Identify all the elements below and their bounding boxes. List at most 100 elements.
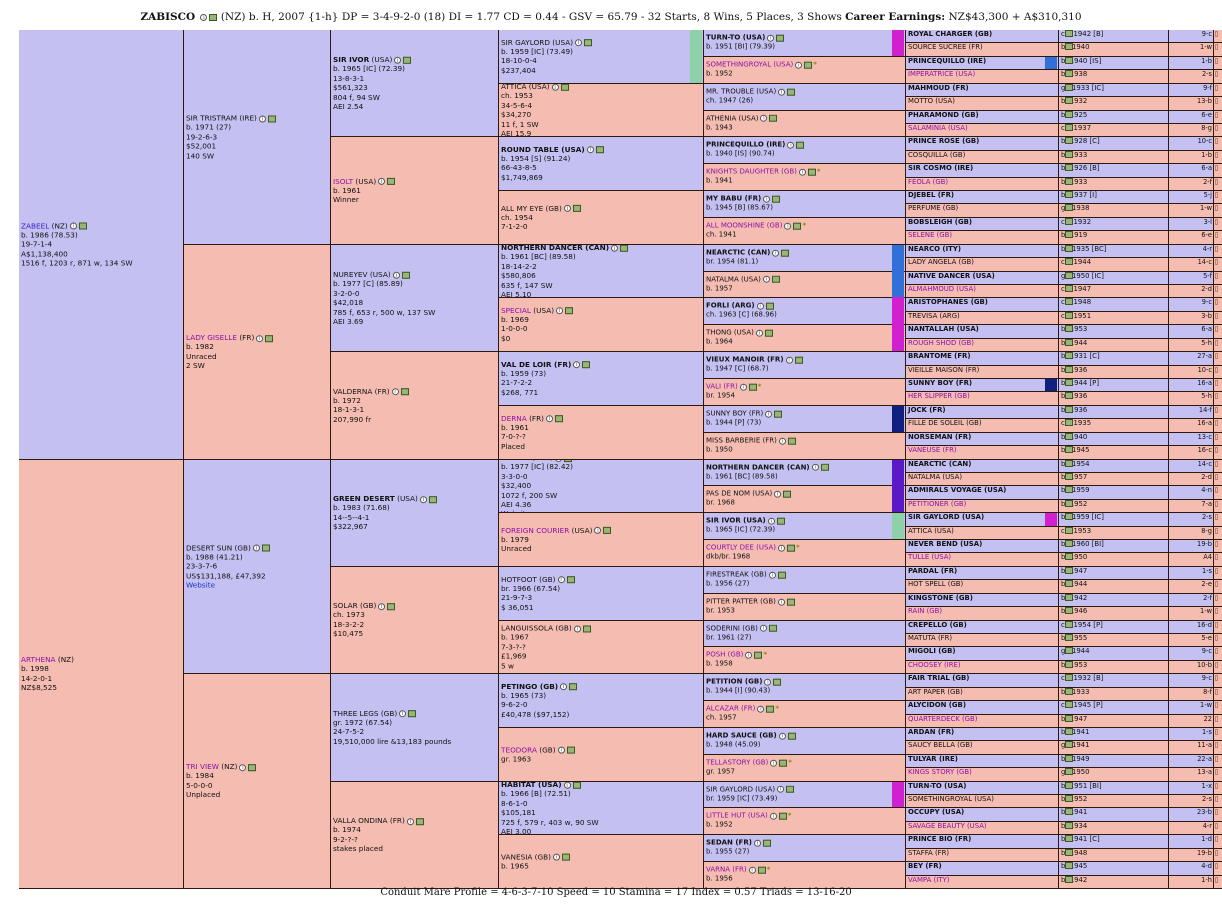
ancestor-name[interactable]: ALL MOONSHINE (GB) i * bbox=[706, 222, 903, 231]
info-icon[interactable]: i bbox=[767, 517, 775, 525]
ancestor-name-text[interactable]: LADY ANGELA (GB) bbox=[908, 258, 974, 267]
photo-icon[interactable] bbox=[265, 334, 274, 342]
edit-icon[interactable] bbox=[1215, 31, 1218, 37]
edit-cell[interactable] bbox=[1214, 325, 1222, 339]
edit-cell[interactable] bbox=[1214, 70, 1222, 84]
ancestor-name-text[interactable]: MATUTA (FR) bbox=[908, 634, 952, 643]
ancestor-name-text[interactable]: VANEUSE (FR) bbox=[908, 446, 957, 455]
info-icon[interactable]: i bbox=[258, 114, 266, 122]
edit-icon[interactable] bbox=[1215, 44, 1218, 50]
ancestor-name-text[interactable]: FOREIGN COURIER bbox=[501, 525, 569, 534]
ancestor-name[interactable]: TRI VIEW (NZ) i bbox=[186, 762, 328, 771]
edit-icon[interactable] bbox=[1215, 299, 1218, 305]
ancestor-name-text[interactable]: ATTICA (USA) bbox=[908, 527, 954, 536]
edit-cell[interactable] bbox=[1214, 57, 1222, 70]
photo-icon[interactable] bbox=[408, 710, 417, 718]
gen2-cell[interactable]: LADY GISELLE (FR) i b. 1982 Unraced 2 SW bbox=[184, 245, 331, 460]
photo-icon[interactable] bbox=[582, 361, 591, 369]
ancestor-name[interactable]: TURN-TO (USA) i bbox=[706, 34, 903, 43]
edit-icon[interactable] bbox=[1215, 716, 1218, 722]
photo-icon[interactable] bbox=[748, 383, 757, 391]
info-icon[interactable]: i bbox=[553, 853, 561, 861]
edit-cell[interactable] bbox=[1214, 419, 1222, 433]
edit-cell[interactable] bbox=[1214, 647, 1222, 661]
gen5-cell[interactable]: VIEUX MANOIR (FR) i b. 1947 [C] (68.7) bbox=[704, 352, 906, 379]
photo-icon[interactable] bbox=[1065, 366, 1073, 373]
ancestor-name[interactable]: VALDERNA (FR) i bbox=[333, 387, 496, 396]
edit-cell[interactable] bbox=[1214, 272, 1222, 285]
edit-icon[interactable] bbox=[1215, 783, 1218, 789]
photo-icon[interactable] bbox=[1065, 30, 1073, 37]
photo-icon[interactable] bbox=[794, 356, 803, 364]
photo-icon[interactable] bbox=[1065, 768, 1073, 775]
ancestor-name-text[interactable]: COURTLY DEE (USA) bbox=[706, 544, 776, 552]
edit-cell[interactable] bbox=[1214, 782, 1222, 795]
info-icon[interactable]: i bbox=[767, 34, 775, 42]
photo-icon[interactable] bbox=[1065, 540, 1073, 547]
edit-icon[interactable] bbox=[1215, 112, 1218, 118]
ancestor-name-text[interactable]: SELENE (GB) bbox=[908, 231, 952, 240]
gen6-name[interactable]: NATALMA (USA) bbox=[906, 473, 1059, 486]
info-icon[interactable]: i bbox=[573, 624, 581, 632]
photo-icon[interactable] bbox=[1065, 57, 1073, 64]
ancestor-name-text[interactable]: ADMIRALS VOYAGE (USA) bbox=[908, 486, 1006, 495]
edit-icon[interactable] bbox=[1215, 434, 1218, 440]
ancestor-name[interactable]: FIRESTREAK (GB) i bbox=[706, 571, 903, 580]
edit-cell[interactable] bbox=[1214, 768, 1222, 782]
gen6-name[interactable]: TULYAR (IRE) bbox=[906, 755, 1059, 768]
edit-icon[interactable] bbox=[1215, 863, 1218, 869]
edit-cell[interactable] bbox=[1214, 808, 1222, 822]
gen5-cell[interactable]: PITTER PATTER (GB) i br. 1953 bbox=[704, 594, 906, 621]
photo-icon[interactable] bbox=[1065, 835, 1073, 842]
ancestor-name-text[interactable]: NATALMA (USA) bbox=[706, 275, 761, 283]
edit-cell[interactable] bbox=[1214, 634, 1222, 647]
photo-icon[interactable] bbox=[786, 598, 795, 606]
ancestor-name-text[interactable]: NEARCTIC (CAN) bbox=[706, 249, 770, 257]
ancestor-name[interactable]: HOTFOOT (GB) i bbox=[501, 575, 701, 584]
ancestor-name-text[interactable]: PETITIONER (GB) bbox=[908, 500, 966, 509]
photo-icon[interactable] bbox=[1065, 231, 1073, 238]
ancestor-name[interactable]: VARNA (FR) i * bbox=[706, 866, 903, 875]
ancestor-name-text[interactable]: KINGSTONE (GB) bbox=[908, 594, 973, 603]
gen6-name[interactable]: ROYAL CHARGER (GB) bbox=[906, 30, 1059, 43]
photo-icon[interactable] bbox=[620, 245, 629, 252]
info-icon[interactable]: i bbox=[778, 88, 786, 96]
info-icon[interactable]: i bbox=[378, 177, 386, 185]
gen6-name[interactable]: PRINCE BIO (FR) bbox=[906, 835, 1059, 849]
photo-icon[interactable] bbox=[555, 415, 564, 423]
photo-icon[interactable] bbox=[566, 746, 575, 754]
gen2-cell[interactable]: SIR TRISTRAM (IRE) i b. 1971 (27) 19-2-6-3 $… bbox=[184, 30, 331, 245]
ancestor-name[interactable]: HABITAT (USA) i bbox=[501, 782, 701, 789]
ancestor-name-text[interactable]: SIR TRISTRAM (IRE) bbox=[186, 113, 257, 122]
ancestor-name[interactable]: SIR GAYLORD (USA) i bbox=[706, 785, 903, 794]
photo-icon[interactable] bbox=[804, 61, 813, 69]
edit-icon[interactable] bbox=[1215, 380, 1218, 386]
edit-icon[interactable] bbox=[1215, 353, 1218, 359]
ancestor-name-text[interactable]: SIR GAYLORD (USA) bbox=[706, 785, 775, 793]
photo-icon[interactable] bbox=[1065, 137, 1073, 144]
photo-icon[interactable] bbox=[776, 517, 785, 525]
gen6-name[interactable]: ROUGH SHOD (GB) bbox=[906, 339, 1059, 352]
edit-icon[interactable] bbox=[1215, 514, 1218, 520]
edit-icon[interactable] bbox=[1215, 98, 1218, 104]
photo-icon[interactable] bbox=[754, 651, 763, 659]
ancestor-name[interactable]: VIEUX MANOIR (FR) i bbox=[706, 356, 903, 365]
edit-icon[interactable] bbox=[1215, 823, 1218, 829]
info-icon[interactable]: i bbox=[391, 388, 399, 396]
ancestor-name-text[interactable]: NEVER BEND (USA) bbox=[908, 540, 982, 549]
ancestor-name-text[interactable]: CHOOSEY (IRE) bbox=[908, 661, 961, 670]
gen6-name[interactable]: CHOOSEY (IRE) bbox=[906, 661, 1059, 674]
edit-cell[interactable] bbox=[1214, 862, 1222, 876]
gen5-cell[interactable]: MISS BARBERIE (FR) i b. 1950 bbox=[704, 433, 906, 460]
photo-icon[interactable] bbox=[1065, 312, 1073, 319]
edit-icon[interactable] bbox=[1215, 85, 1218, 91]
edit-icon[interactable] bbox=[1215, 796, 1218, 802]
gen6-name[interactable]: DJEBEL (FR) bbox=[906, 191, 1059, 204]
photo-icon[interactable] bbox=[1065, 688, 1073, 695]
website-link[interactable]: Website bbox=[186, 581, 328, 590]
edit-cell[interactable] bbox=[1214, 97, 1222, 111]
photo-icon[interactable] bbox=[428, 495, 437, 503]
photo-icon[interactable] bbox=[572, 782, 581, 789]
ancestor-name-text[interactable]: MISS BARBERIE (FR) bbox=[706, 437, 777, 445]
edit-icon[interactable] bbox=[1215, 581, 1218, 587]
